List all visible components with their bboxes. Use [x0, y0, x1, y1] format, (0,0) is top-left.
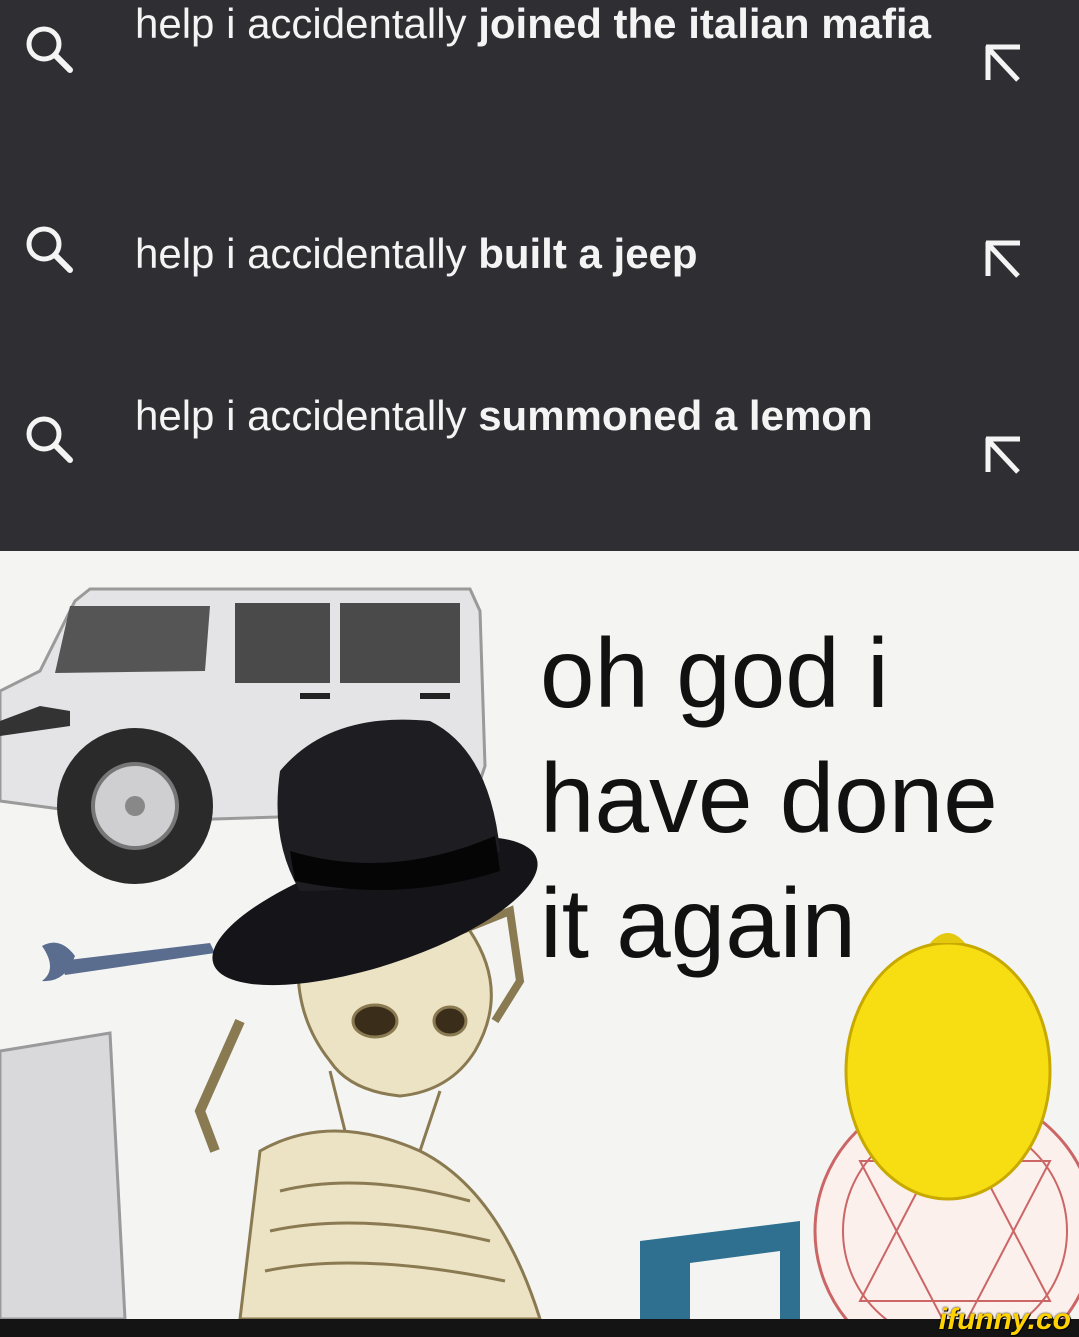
suggestion-prefix: help i accidentally — [135, 0, 479, 47]
suggestion-completion: built a jeep — [478, 230, 698, 277]
search-icon — [26, 26, 73, 73]
search-icon — [26, 416, 73, 463]
suggestion-item[interactable]: help i accidentally built a jeep — [0, 200, 1079, 310]
suggestion-text: help i accidentally joined the italian m… — [135, 0, 955, 61]
caption-line: have done — [540, 743, 998, 853]
suggestion-completion: joined the italian mafia — [478, 0, 931, 47]
wrench-illustration — [42, 942, 215, 982]
suggestion-item[interactable]: help i accidentally summoned a lemon — [0, 370, 1079, 530]
laptop-illustration — [0, 1031, 127, 1319]
suggestion-item[interactable]: help i accidentally joined the italian m… — [0, 0, 1079, 140]
suggestion-prefix: help i accidentally — [135, 392, 479, 439]
suggestion-completion: summoned a lemon — [478, 392, 873, 439]
chair-illustration — [640, 1221, 800, 1319]
caption-line: oh god i — [540, 618, 889, 728]
meme-image: oh god i have done it again — [0, 551, 1079, 1319]
arrow-up-left-icon[interactable] — [980, 42, 1026, 88]
arrow-up-left-icon[interactable] — [980, 238, 1026, 284]
meme-caption: oh god i have done it again — [540, 611, 1070, 986]
search-suggestions-panel: help i accidentally joined the italian m… — [0, 0, 1079, 551]
footer-bar — [0, 1319, 1079, 1337]
suggestion-text: help i accidentally summoned a lemon — [135, 378, 955, 453]
caption-line: it again — [540, 868, 857, 978]
suggestion-prefix: help i accidentally — [135, 230, 479, 277]
ifunny-watermark: ifunny.co — [938, 1303, 1071, 1336]
search-icon — [26, 226, 73, 273]
arrow-up-left-icon[interactable] — [980, 434, 1026, 480]
suggestion-text: help i accidentally built a jeep — [135, 216, 955, 291]
